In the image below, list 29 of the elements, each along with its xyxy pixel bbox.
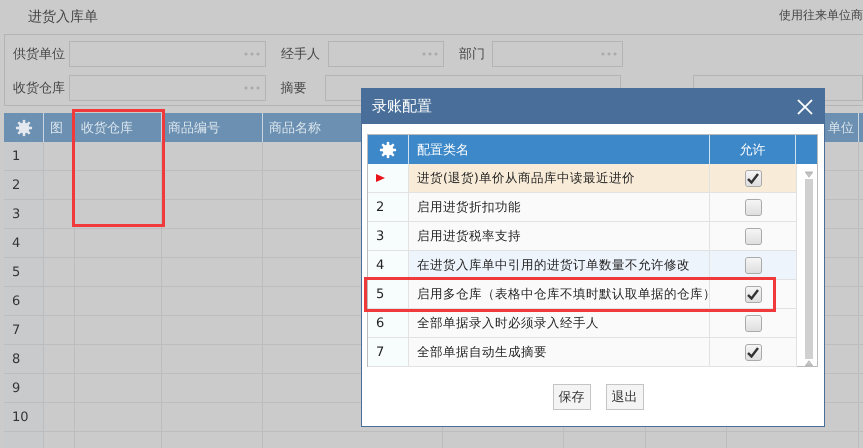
- row-number: 5: [376, 286, 384, 302]
- field-label: 摘要: [280, 80, 308, 97]
- field-label: 经手人: [281, 46, 321, 63]
- row-number: 8: [12, 352, 20, 366]
- row-number: 4: [376, 258, 384, 272]
- row-number: 2: [376, 200, 384, 214]
- row-number: 6: [376, 316, 384, 330]
- table-cell: 进货(退货)单价从商品库中读最近进价: [409, 164, 710, 192]
- table-cell: 全部单据自动生成摘要: [409, 338, 710, 366]
- row-number: 9: [12, 380, 20, 396]
- row-number: 4: [12, 236, 20, 250]
- table-cell: 启用进货税率支持: [409, 222, 710, 250]
- row-number: 2: [12, 178, 20, 192]
- row-number: 7: [376, 344, 384, 360]
- table-cell: 在进货入库单中引用的进货订单数量不允许修改: [409, 251, 710, 279]
- page-title: 进货入库单: [28, 8, 98, 26]
- field-label: 部门: [459, 46, 486, 63]
- field-label: 收货仓库: [13, 80, 66, 97]
- table-cell: 启用进货折扣功能: [409, 193, 710, 221]
- row-number: 10: [12, 410, 29, 424]
- row-number: 3: [376, 228, 384, 244]
- table-cell: 启用多仓库（表格中仓库不填时默认取单据的仓库）: [409, 280, 710, 308]
- row-number: 1: [12, 148, 20, 164]
- field-label: 供货单位: [13, 46, 66, 63]
- row-number: 7: [12, 322, 20, 338]
- row-number: 6: [12, 294, 20, 308]
- row-number: 5: [12, 264, 20, 280]
- dialog-title: 录账配置: [372, 97, 432, 116]
- row-number: 3: [12, 206, 20, 222]
